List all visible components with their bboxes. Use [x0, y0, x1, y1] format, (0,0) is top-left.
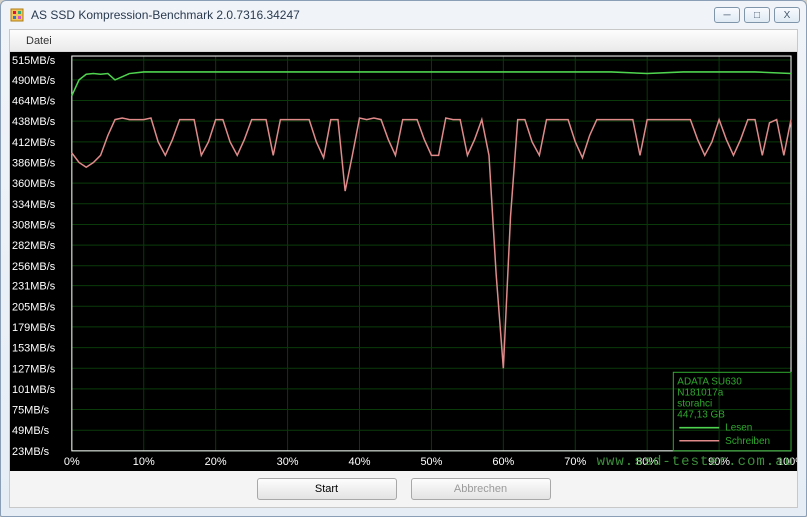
- svg-text:360MB/s: 360MB/s: [12, 178, 56, 190]
- client-area: Datei 515MB/s 490MB/s 464MB/s 438MB/s 412MB/…: [9, 29, 798, 508]
- menu-file[interactable]: Datei: [18, 33, 60, 49]
- button-row: Start Abbrechen: [10, 471, 797, 507]
- svg-text:75MB/s: 75MB/s: [12, 405, 50, 417]
- svg-text:231MB/s: 231MB/s: [12, 281, 56, 293]
- cancel-button: Abbrechen: [411, 478, 551, 500]
- titlebar[interactable]: AS SSD Kompression-Benchmark 2.0.7316.34…: [1, 1, 806, 29]
- svg-text:101MB/s: 101MB/s: [12, 384, 56, 396]
- svg-text:256MB/s: 256MB/s: [12, 261, 56, 273]
- minimize-button[interactable]: ─: [714, 7, 740, 23]
- chart-area: 515MB/s 490MB/s 464MB/s 438MB/s 412MB/s 386MB…: [10, 52, 797, 471]
- start-button[interactable]: Start: [257, 478, 397, 500]
- svg-text:334MB/s: 334MB/s: [12, 199, 56, 211]
- svg-text:70%: 70%: [564, 456, 586, 468]
- app-window: AS SSD Kompression-Benchmark 2.0.7316.34…: [0, 0, 807, 517]
- svg-text:Schreiben: Schreiben: [725, 436, 770, 447]
- svg-text:50%: 50%: [420, 456, 442, 468]
- svg-text:10%: 10%: [133, 456, 155, 468]
- window-title: AS SSD Kompression-Benchmark 2.0.7316.34…: [31, 8, 714, 22]
- svg-text:515MB/s: 515MB/s: [12, 55, 56, 67]
- svg-text:60%: 60%: [492, 456, 514, 468]
- window-controls: ─ □ X: [714, 7, 800, 23]
- svg-text:49MB/s: 49MB/s: [12, 425, 50, 437]
- svg-text:438MB/s: 438MB/s: [12, 116, 56, 128]
- maximize-button[interactable]: □: [744, 7, 770, 23]
- svg-text:23MB/s: 23MB/s: [12, 446, 50, 458]
- menubar: Datei: [10, 30, 797, 52]
- svg-text:30%: 30%: [277, 456, 299, 468]
- svg-text:490MB/s: 490MB/s: [12, 75, 56, 87]
- svg-text:412MB/s: 412MB/s: [12, 137, 56, 149]
- svg-text:90%: 90%: [708, 456, 730, 468]
- compression-chart: 515MB/s 490MB/s 464MB/s 438MB/s 412MB/s 386MB…: [10, 52, 797, 471]
- svg-text:Lesen: Lesen: [725, 423, 752, 434]
- app-icon: [9, 7, 25, 23]
- svg-text:179MB/s: 179MB/s: [12, 322, 56, 334]
- svg-text:127MB/s: 127MB/s: [12, 363, 56, 375]
- svg-text:20%: 20%: [205, 456, 227, 468]
- close-button[interactable]: X: [774, 7, 800, 23]
- svg-text:386MB/s: 386MB/s: [12, 157, 56, 169]
- svg-text:282MB/s: 282MB/s: [12, 240, 56, 252]
- svg-text:ADATA SU630: ADATA SU630: [677, 376, 742, 387]
- svg-text:447,13 GB: 447,13 GB: [677, 410, 725, 421]
- svg-text:153MB/s: 153MB/s: [12, 343, 56, 355]
- svg-text:100%: 100%: [777, 456, 797, 468]
- svg-text:80%: 80%: [636, 456, 658, 468]
- svg-text:308MB/s: 308MB/s: [12, 219, 56, 231]
- svg-text:storahci: storahci: [677, 398, 712, 409]
- svg-text:464MB/s: 464MB/s: [12, 96, 56, 108]
- svg-text:40%: 40%: [349, 456, 371, 468]
- svg-text:205MB/s: 205MB/s: [12, 301, 56, 313]
- svg-text:0%: 0%: [64, 456, 80, 468]
- svg-text:N181017a: N181017a: [677, 387, 723, 398]
